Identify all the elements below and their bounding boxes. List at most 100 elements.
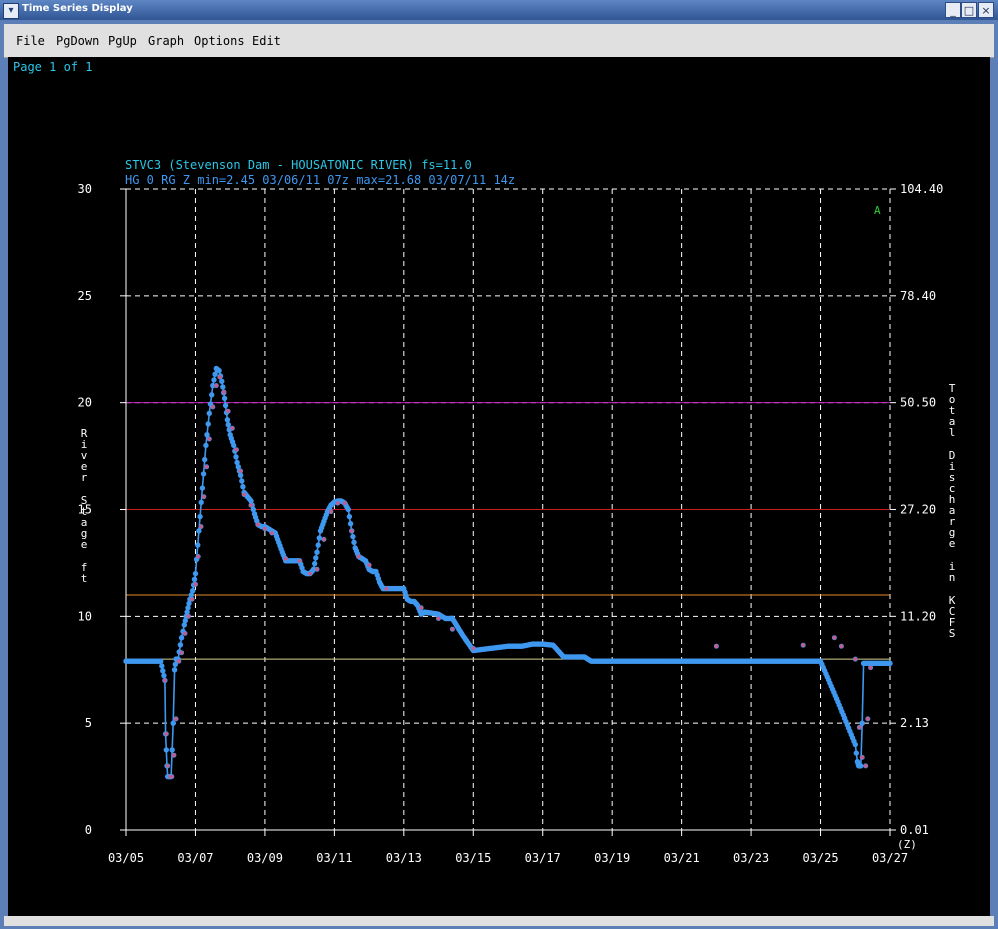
y-axis-right-title-char: e <box>949 537 956 550</box>
chart-title: STVC3 (Stevenson Dam - HOUSATONIC RIVER)… <box>125 158 472 172</box>
series-point <box>240 484 246 490</box>
observed-point <box>198 524 204 530</box>
series-point <box>224 417 231 423</box>
series-point <box>169 747 175 753</box>
observed-point <box>182 630 188 636</box>
minimize-button[interactable]: _ <box>945 2 961 18</box>
menu-file[interactable]: File <box>16 34 45 48</box>
series-point <box>316 535 322 541</box>
x-axis-labels: 03/05 03/07 03/09 03/11 03/13 03/15 03/17 03/19… <box>108 851 908 865</box>
window-title: Time Series Display <box>22 3 133 14</box>
observed-point <box>248 502 254 508</box>
menu-options[interactable]: Options <box>194 34 245 48</box>
observed-point <box>297 558 303 564</box>
observed-point <box>195 553 201 559</box>
x-tick-label: 03/15 <box>455 851 491 865</box>
x-axis-unit: (Z) <box>897 838 917 851</box>
observed-point <box>189 596 195 602</box>
x-tick-label: 03/07 <box>177 851 213 865</box>
series-point <box>239 478 245 484</box>
series-point <box>158 658 164 664</box>
observed-point <box>210 404 216 410</box>
observed-point <box>162 677 168 683</box>
status-strip <box>4 916 994 926</box>
series-point <box>198 499 204 506</box>
title-bar[interactable]: ▾ Time Series Display _ □ × <box>0 0 998 20</box>
series-point <box>178 635 185 641</box>
maximize-button[interactable]: □ <box>961 2 977 18</box>
series-marker-label: A <box>874 204 881 217</box>
series-point <box>199 485 206 491</box>
y-axis-right-labels: 0.01 2.13 11.20 27.20 50.50 78.40 104.40 <box>900 182 943 837</box>
menu-graph[interactable]: Graph <box>148 34 184 48</box>
y-tick-label: 0 <box>85 823 92 837</box>
observed-point <box>165 763 171 769</box>
observed-point <box>342 500 348 506</box>
series-point <box>163 747 169 753</box>
series-point <box>346 513 353 520</box>
y-tick-label: 10 <box>78 609 92 623</box>
observed-point <box>283 556 289 562</box>
observed-point <box>321 536 327 542</box>
y-axis-right-title-char: n <box>949 571 956 584</box>
y-right-tick-label: 104.40 <box>900 182 943 196</box>
series-point <box>200 471 207 477</box>
series-point <box>190 588 196 594</box>
x-tick-label: 03/19 <box>594 851 630 865</box>
observed-point <box>335 500 341 506</box>
observed-point <box>307 571 313 577</box>
observed-point <box>418 605 424 611</box>
menu-pgup[interactable]: PgUp <box>108 34 137 48</box>
y-axis-left-title-char: r <box>81 471 88 484</box>
observed-point <box>206 436 212 442</box>
observed-point <box>863 763 869 769</box>
series-point <box>177 642 184 648</box>
series-point <box>313 555 319 561</box>
observed-point <box>856 724 862 730</box>
time-series-window: ▾ Time Series Display _ □ × File PgDown … <box>0 0 998 929</box>
window-menu-icon[interactable]: ▾ <box>3 3 19 19</box>
menu-edit[interactable]: Edit <box>252 34 281 48</box>
page-label: Page 1 of 1 <box>13 60 92 74</box>
y-axis-right-title-char: S <box>949 627 956 640</box>
y-axis-left-title-char: t <box>81 572 88 585</box>
series-point <box>209 392 215 398</box>
observed-point <box>269 530 275 536</box>
observed-point <box>435 615 441 621</box>
series-point <box>203 442 209 449</box>
series-point <box>312 560 318 567</box>
observed-point <box>328 509 334 515</box>
observed-point <box>349 528 355 534</box>
plot-canvas[interactable]: Page 1 of 1 STVC3 (Stevenson Dam - HOUSA… <box>8 57 990 916</box>
series-point <box>171 667 178 673</box>
series-point <box>315 542 321 548</box>
series-point <box>161 672 167 679</box>
y-right-tick-label: 78.40 <box>900 289 936 303</box>
x-tick-label: 03/05 <box>108 851 144 865</box>
series-point <box>191 576 198 582</box>
series-point <box>351 539 357 545</box>
observed-point <box>366 562 372 568</box>
observed-point <box>179 650 185 656</box>
observed-point <box>233 447 239 453</box>
series-point <box>160 668 166 674</box>
observed-points <box>162 374 874 780</box>
observed-point <box>713 643 719 649</box>
menu-pgdown[interactable]: PgDown <box>56 34 99 48</box>
series-line <box>126 367 890 778</box>
y-tick-label: 25 <box>78 289 92 303</box>
y-right-tick-label: 27.20 <box>900 503 936 517</box>
x-tick-label: 03/11 <box>316 851 352 865</box>
x-tick-label: 03/27 <box>872 851 908 865</box>
series-point <box>206 410 212 416</box>
series-point <box>170 720 176 726</box>
series-point <box>192 570 199 577</box>
series-point <box>202 456 208 463</box>
series-point <box>887 660 893 667</box>
close-button[interactable]: × <box>978 2 994 18</box>
observed-point <box>383 586 389 592</box>
series-point <box>853 750 859 756</box>
series-point <box>216 367 222 374</box>
observed-point <box>831 635 837 641</box>
series-point <box>197 513 203 520</box>
